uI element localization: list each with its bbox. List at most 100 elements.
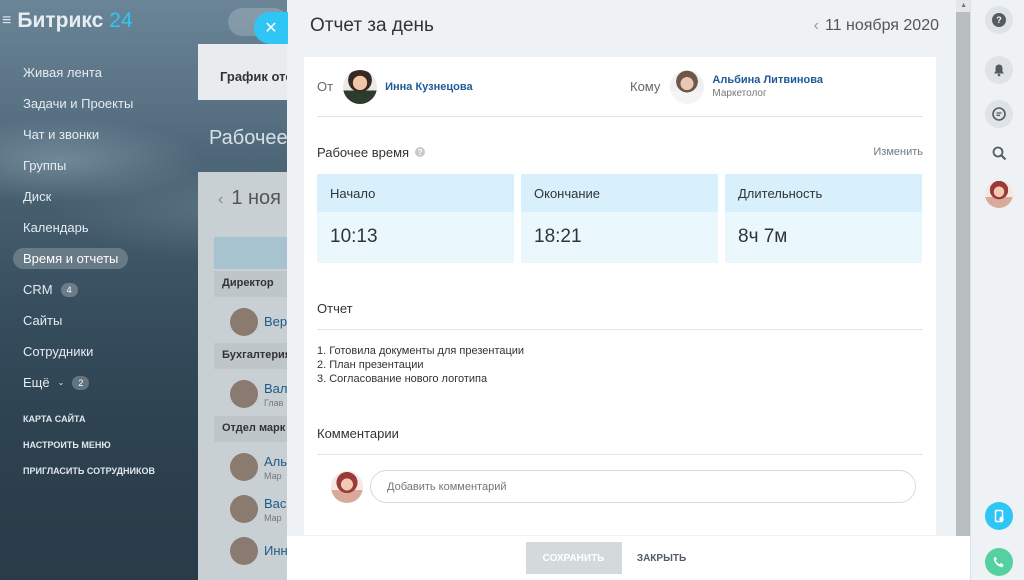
- avatar: [331, 470, 363, 503]
- logo[interactable]: ≡ Битрикс 24: [2, 9, 133, 33]
- sidebar-item-label: Сотрудники: [23, 344, 94, 359]
- slider-header: Отчет за день ‹ 11 ноября 2020: [287, 0, 970, 52]
- save-button[interactable]: СОХРАНИТЬ: [525, 542, 622, 574]
- bell-icon: [994, 64, 1004, 77]
- counter-badge: 4: [60, 282, 78, 297]
- chat-icon: [992, 107, 1006, 121]
- from-label: От: [317, 79, 334, 94]
- chevron-left-icon[interactable]: ‹: [814, 17, 819, 35]
- sidebar-item-label: Группы: [23, 158, 67, 173]
- list-item[interactable]: Вер: [230, 308, 287, 336]
- avatar: [230, 453, 258, 481]
- background-date: ‹ 1 ноя: [218, 187, 281, 210]
- person-name: Вас: [264, 496, 287, 511]
- sidebar-item-label: Диск: [23, 189, 52, 204]
- list-item[interactable]: Аль Мар: [230, 453, 287, 481]
- comment-row: [317, 470, 923, 503]
- help-icon: ?: [992, 13, 1006, 27]
- sidebar-item-label: Ещё: [23, 375, 50, 390]
- to-position: Маркетолог: [712, 88, 767, 99]
- list-item[interactable]: Вас Мар: [230, 495, 286, 523]
- time-end: Окончание 18:21: [521, 174, 718, 263]
- comments-title: Комментарии: [317, 426, 923, 455]
- close-icon: ✕: [264, 20, 278, 37]
- phone-icon: [993, 556, 1004, 568]
- person-position: Мар: [264, 471, 282, 481]
- page-title: Отчет за день: [310, 15, 434, 36]
- avatar: [230, 537, 258, 565]
- avatar: [230, 495, 258, 523]
- time-duration-label: Длительность: [725, 174, 922, 212]
- time-start-value: 10:13: [317, 212, 514, 263]
- person-position: Мар: [264, 513, 282, 523]
- time-end-value: 18:21: [521, 212, 718, 263]
- list-item: 3. Согласование нового логотипа: [317, 373, 488, 385]
- list-item: 1. Готовила документы для презентации: [317, 345, 525, 357]
- sidebar-item-label: Живая лента: [23, 65, 102, 80]
- menu-icon[interactable]: ≡: [2, 12, 11, 30]
- from-name[interactable]: Инна Кузнецова: [385, 81, 473, 93]
- slider-footer: СОХРАНИТЬ ЗАКРЫТЬ: [287, 536, 970, 580]
- avatar[interactable]: [985, 180, 1013, 208]
- time-start-label: Начало: [317, 174, 514, 212]
- to-label: Кому: [630, 79, 661, 94]
- report-slider: ▲ Отчет за день ‹ 11 ноября 2020 От Инна…: [287, 0, 970, 580]
- logo-name: Битрикс: [17, 9, 104, 32]
- group-label: Отдел марк: [214, 416, 287, 442]
- avatar: [230, 380, 258, 408]
- sidebar-item-label: CRM: [23, 282, 53, 297]
- group-label: Бухгалтерия: [214, 343, 287, 369]
- list-item[interactable]: Вал Глав: [230, 380, 287, 408]
- search-button[interactable]: [985, 139, 1013, 167]
- person-name: Вер: [264, 314, 287, 329]
- avatar[interactable]: [670, 69, 705, 104]
- close-button[interactable]: ЗАКРЫТЬ: [622, 542, 702, 574]
- search-icon: [992, 146, 1006, 160]
- avatar[interactable]: [343, 69, 378, 104]
- from-block: От Инна Кузнецова: [317, 69, 630, 104]
- sidebar-item-label: Сайты: [23, 313, 63, 328]
- time-end-label: Окончание: [521, 174, 718, 212]
- person-name: Вал: [264, 381, 287, 396]
- worktime-header: Рабочее время ? Изменить: [317, 144, 923, 160]
- report-date: 11 ноября 2020: [824, 17, 939, 34]
- person-name: Инн: [264, 543, 287, 558]
- date-navigator[interactable]: ‹ 11 ноября 2020: [814, 17, 939, 35]
- comment-input[interactable]: [370, 470, 916, 503]
- list-item[interactable]: Инн: [230, 537, 287, 565]
- sidebar-item-label: Время и отчеты: [13, 248, 129, 269]
- chat-button[interactable]: [985, 100, 1013, 128]
- counter-badge: 2: [72, 375, 90, 390]
- background-date-label: 1 ноя: [231, 187, 282, 209]
- worktime-title: Рабочее время ?: [317, 145, 426, 160]
- group-label: Директор: [214, 271, 287, 297]
- table-header: [214, 237, 287, 269]
- report-card: От Инна Кузнецова Кому Альбина Литвинова…: [304, 57, 936, 535]
- time-duration-value: 8ч 7м: [725, 212, 922, 263]
- chevron-left-icon[interactable]: ‹: [218, 191, 223, 208]
- report-section-title: Отчет: [317, 301, 923, 330]
- avatar: [230, 308, 258, 336]
- to-name[interactable]: Альбина Литвинова: [712, 74, 823, 86]
- worktime-grid: Начало 10:13 Окончание 18:21 Длительност…: [317, 174, 923, 263]
- scrollbar-thumb[interactable]: [956, 12, 970, 566]
- background-panel: ‹ 1 ноя Директор Вер Бухгалтерия Вал Глав …: [198, 172, 287, 580]
- to-block: Кому Альбина Литвинова Маркетолог: [630, 69, 823, 104]
- mobile-app-button[interactable]: [985, 502, 1013, 530]
- time-duration: Длительность 8ч 7м: [725, 174, 922, 263]
- close-slider-button[interactable]: ✕: [254, 12, 288, 44]
- phone-button[interactable]: [985, 548, 1013, 576]
- person-position: Глав: [264, 398, 284, 408]
- help-button[interactable]: ?: [985, 6, 1013, 34]
- background-page-title: Рабочее: [209, 127, 287, 149]
- sidebar-item-label: Чат и звонки: [23, 127, 100, 142]
- time-start: Начало 10:13: [317, 174, 514, 263]
- background-app: ≡ Битрикс 24 Живая лента Задачи и Проект…: [0, 0, 287, 580]
- help-icon[interactable]: ?: [415, 147, 426, 157]
- report-list: 1. Готовила документы для презентации 2.…: [317, 344, 923, 386]
- scroll-up-icon[interactable]: ▲: [960, 2, 967, 9]
- from-to-row: От Инна Кузнецова Кому Альбина Литвинова…: [317, 57, 923, 117]
- notifications-button[interactable]: [985, 56, 1013, 84]
- schedule-card[interactable]: График отс: [198, 44, 287, 100]
- change-link[interactable]: Изменить: [873, 146, 923, 158]
